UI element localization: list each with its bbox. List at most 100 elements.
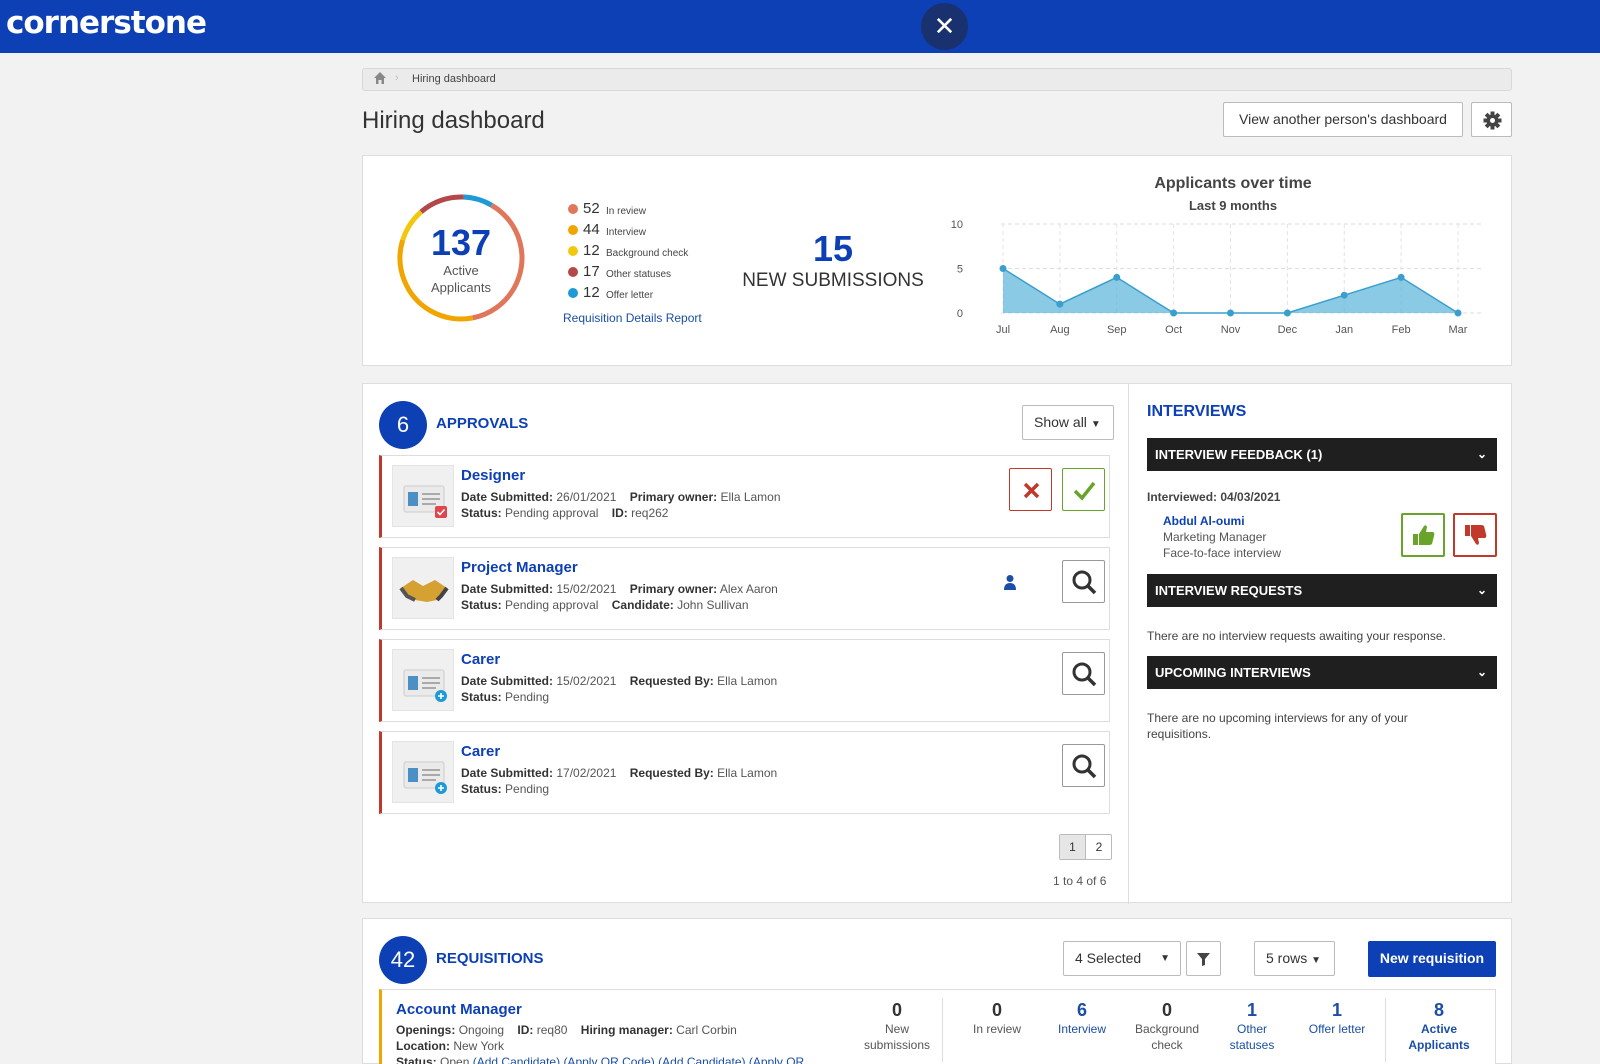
chart-y-tick-label: 10 (951, 219, 963, 231)
rows-per-page-dropdown[interactable]: 5 rows ▼ (1254, 941, 1335, 976)
interviewed-date: Interviewed: 04/03/2021 (1147, 490, 1281, 504)
top-bar: cornerstone ✕ (0, 0, 1600, 53)
requisition-line-3: Status: Open (Add Candidate) (Apply QR C… (396, 1055, 804, 1064)
stat-label: statuses (1229, 1038, 1275, 1052)
approval-line-1: Date Submitted: 17/02/2021 Requested By:… (461, 766, 777, 780)
approval-card[interactable]: Project Manager Date Submitted: 15/02/20… (379, 547, 1110, 630)
stat-other-statuses[interactable]: 1 Other statuses (1210, 1000, 1294, 1053)
candidate-role: Marketing Manager (1163, 530, 1267, 544)
legend-dot (568, 246, 578, 256)
accordion-label: INTERVIEW REQUESTS (1155, 583, 1303, 598)
field-value: Ongoing (458, 1023, 505, 1037)
chart-point (999, 265, 1007, 272)
view-button[interactable] (1062, 652, 1105, 695)
interview-requests-accordion[interactable]: INTERVIEW REQUESTS ⌄ (1147, 574, 1497, 607)
approval-card[interactable]: Designer Date Submitted: 26/01/2021 Prim… (379, 455, 1110, 538)
close-button[interactable]: ✕ (921, 3, 968, 50)
view-other-dashboard-button[interactable]: View another person's dashboard (1223, 102, 1463, 137)
view-button[interactable] (1062, 744, 1105, 787)
stat-value: 8 (1433, 1000, 1444, 1020)
stat-offer-letter[interactable]: 1 Offer letter (1295, 1000, 1379, 1037)
stat-label: New (884, 1022, 909, 1036)
stat-interview[interactable]: 6 Interview (1040, 1000, 1124, 1037)
legend-dot (568, 225, 578, 235)
show-all-dropdown[interactable]: Show all ▼ (1022, 405, 1114, 440)
stat-background-check[interactable]: 0 Background check (1125, 1000, 1209, 1053)
approval-line-1: Date Submitted: 15/02/2021 Requested By:… (461, 674, 777, 688)
check-icon (1073, 481, 1096, 501)
new-requisition-button[interactable]: New requisition (1368, 941, 1496, 977)
interview-feedback-accordion[interactable]: INTERVIEW FEEDBACK (1) ⌄ (1147, 438, 1497, 471)
interview-type: Face-to-face interview (1163, 546, 1282, 560)
stat-value: 1 (1331, 1000, 1342, 1020)
search-icon (1072, 754, 1097, 779)
approval-card[interactable]: Carer Date Submitted: 17/02/2021 Request… (379, 731, 1110, 814)
accordion-label: INTERVIEW FEEDBACK (1) (1155, 447, 1323, 462)
home-icon[interactable] (373, 71, 387, 85)
thumbs-up-button[interactable] (1401, 513, 1445, 557)
chart-point (1113, 273, 1121, 281)
legend-label: Offer letter (606, 290, 654, 301)
approval-title[interactable]: Project Manager (461, 559, 578, 576)
caret-down-icon: ▼ (1311, 955, 1322, 966)
approval-title[interactable]: Carer (461, 743, 500, 760)
legend-value: 12 (583, 242, 600, 259)
approval-title[interactable]: Carer (461, 651, 500, 668)
approvals-count-badge: 6 (379, 401, 427, 449)
approval-card[interactable]: Carer Date Submitted: 15/02/2021 Request… (379, 639, 1110, 722)
cornerstone-logo[interactable]: cornerstone (6, 5, 207, 41)
chart-x-tick-label: Oct (1165, 324, 1182, 336)
chart-point (1227, 309, 1234, 317)
field-key: Requested By: (629, 766, 714, 780)
caret-down-icon: ▼ (1160, 953, 1170, 964)
page-button[interactable]: 2 (1086, 835, 1112, 859)
approval-title[interactable]: Designer (461, 467, 525, 484)
requisition-action-links[interactable]: (Add Candidate) (Apply QR Code) (Add Can… (473, 1055, 805, 1064)
field-key: ID: (517, 1023, 534, 1037)
stat-label: Active (1420, 1022, 1458, 1036)
upcoming-interviews-accordion[interactable]: UPCOMING INTERVIEWS ⌄ (1147, 656, 1497, 689)
page-button[interactable]: 1 (1060, 835, 1086, 859)
field-value: Pending approval (505, 506, 599, 520)
chart-point (1454, 309, 1462, 317)
view-button[interactable] (1062, 560, 1105, 603)
field-value: Open (440, 1055, 470, 1064)
chart-x-tick-label: Sep (1107, 324, 1127, 336)
field-key: Date Submitted: (461, 766, 554, 780)
requisition-details-report-link[interactable]: Requisition Details Report (563, 311, 702, 325)
chart-x-tick-label: Jan (1335, 324, 1353, 336)
legend-dot (568, 204, 578, 214)
field-key: Requested By: (629, 674, 714, 688)
field-key: Date Submitted: (461, 674, 554, 688)
legend-dot (568, 288, 578, 298)
filter-button[interactable] (1186, 941, 1221, 976)
reject-button[interactable] (1009, 468, 1052, 511)
active-applicants-count: 137 (430, 222, 492, 263)
chevron-down-icon: ⌄ (1476, 665, 1487, 679)
requisition-title[interactable]: Account Manager (396, 1001, 522, 1018)
stat-value: 1 (1246, 1000, 1257, 1020)
search-icon (1072, 662, 1097, 687)
thumbs-down-button[interactable] (1453, 513, 1497, 557)
approve-button[interactable] (1062, 468, 1105, 511)
field-key: Date Submitted: (461, 490, 554, 504)
stat-active-applicants[interactable]: 8 Active Applicants (1397, 1000, 1481, 1053)
field-key: Primary owner: (629, 490, 718, 504)
legend-value: 12 (583, 284, 600, 301)
status-filter-dropdown[interactable]: 4 Selected ▼ (1063, 941, 1181, 976)
requisition-card[interactable]: Account Manager Openings: Ongoing ID: re… (379, 989, 1496, 1064)
chart-x-tick-label: Jul (996, 324, 1010, 336)
chart-point (1340, 291, 1348, 299)
stat-in-review[interactable]: 0 In review (955, 1000, 1039, 1037)
field-value: req80 (536, 1023, 568, 1037)
chart-point (1397, 273, 1405, 281)
stat-new-submissions[interactable]: 0 New submissions (855, 1000, 939, 1053)
chart-y-tick-label: 5 (957, 264, 963, 276)
person-icon[interactable] (1003, 574, 1017, 590)
field-value: Alex Aaron (719, 582, 778, 596)
candidate-name[interactable]: Abdul Al-oumi (1163, 513, 1503, 529)
settings-button[interactable] (1471, 102, 1512, 137)
legend-label: Other statuses (606, 269, 672, 280)
approval-line-1: Date Submitted: 15/02/2021 Primary owner… (461, 582, 778, 596)
requisition-line-1: Openings: Ongoing ID: req80 Hiring manag… (396, 1023, 737, 1037)
